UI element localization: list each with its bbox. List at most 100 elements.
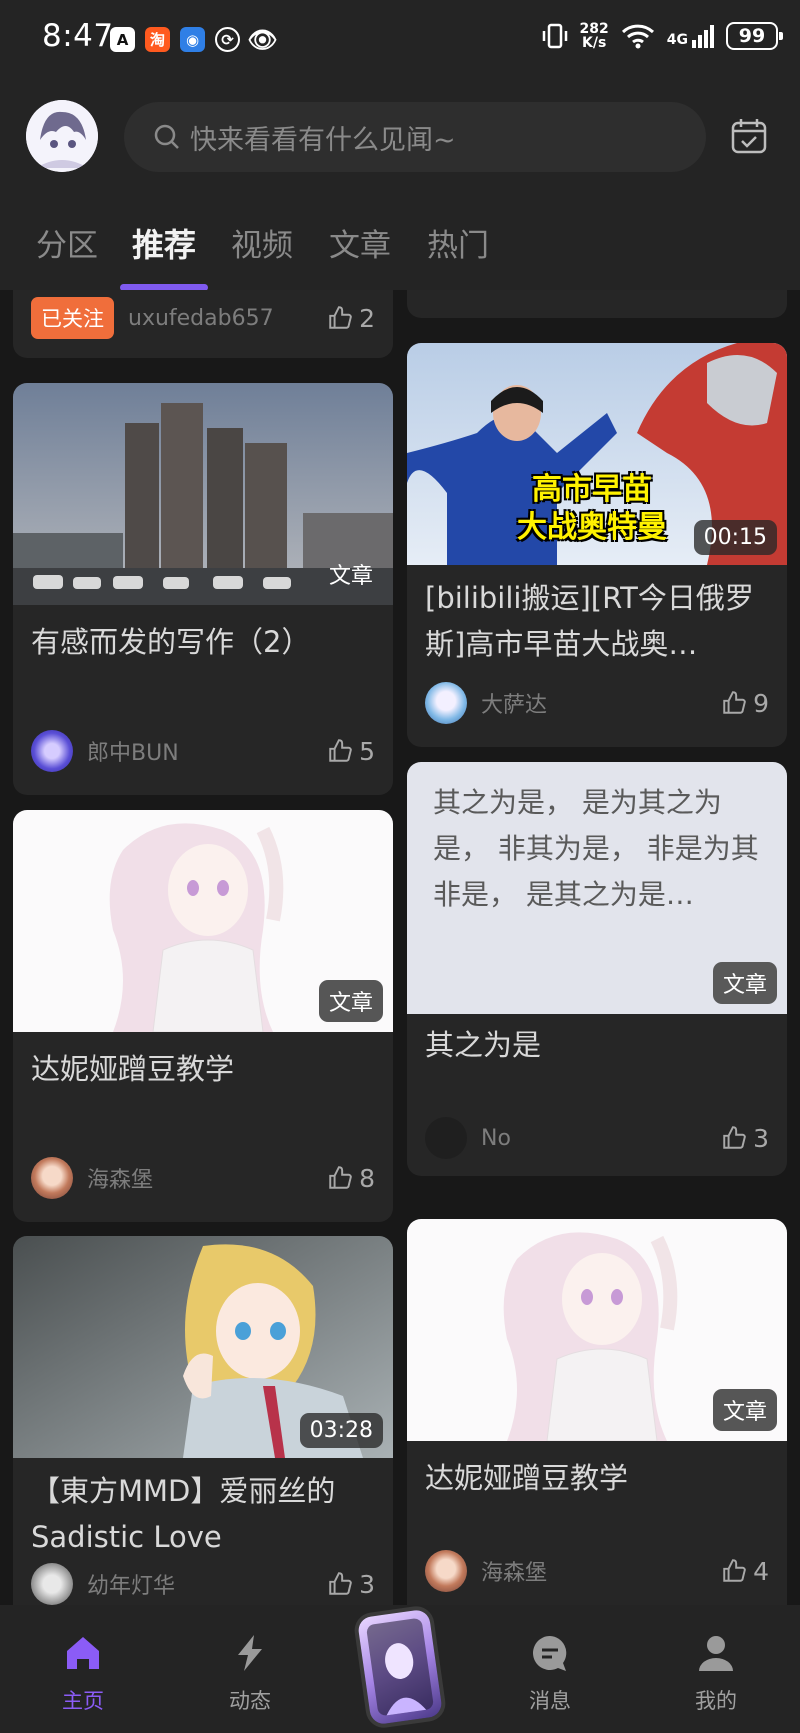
author-name[interactable]: No bbox=[481, 1126, 721, 1151]
thumbs-up-icon bbox=[329, 1572, 352, 1595]
content-type-tag: 文章 bbox=[712, 962, 777, 1004]
network-type: 4G bbox=[666, 31, 688, 48]
status-bar: 8:47 A 淘 ◉ ⟳ 👁 282 K/s 4G 99 bbox=[0, 0, 800, 80]
sync-icon: ⟳ bbox=[215, 27, 240, 52]
character-card-icon bbox=[366, 1618, 434, 1716]
nav-home-label: 主页 bbox=[62, 1689, 104, 1713]
nav-dynamics-label: 动态 bbox=[229, 1689, 271, 1713]
like-button[interactable]: 4 bbox=[721, 1557, 769, 1586]
author-name[interactable]: 幼年灯华 bbox=[87, 1568, 327, 1600]
thumbs-up-icon bbox=[329, 739, 352, 762]
content-type-tag: 文章 bbox=[318, 980, 383, 1022]
feed-card-partial[interactable] bbox=[407, 290, 787, 318]
tab-recommend[interactable]: 推荐 bbox=[132, 220, 196, 266]
taobao-icon: 淘 bbox=[145, 27, 170, 52]
card-text-thumbnail: 其之为是， 是为其之为是， 非其为是， 非是为其非是， 是其之为是… 文章 bbox=[407, 762, 787, 1014]
author-avatar[interactable] bbox=[31, 730, 73, 772]
center-publish-button[interactable] bbox=[356, 1608, 444, 1726]
feed-card[interactable]: 文章 达妮娅蹭豆教学 海森堡 8 bbox=[13, 810, 393, 1222]
lightning-icon bbox=[238, 1635, 262, 1671]
card-title[interactable]: 【東方MMD】爱丽丝的Sadistic Love bbox=[31, 1468, 375, 1560]
content-type-tag: 文章 bbox=[328, 564, 373, 589]
card-thumbnail: 文章 bbox=[407, 1219, 787, 1441]
author-avatar[interactable] bbox=[425, 1550, 467, 1592]
card-title[interactable]: [bilibili搬运][RT今日俄罗斯]高市早苗大战奥… bbox=[425, 575, 769, 667]
duration-tag: 03:28 bbox=[299, 1413, 383, 1448]
app-a-icon: A bbox=[110, 27, 135, 52]
like-count: 9 bbox=[753, 688, 769, 718]
tab-video[interactable]: 视频 bbox=[231, 220, 293, 265]
card-thumbnail: 文章 bbox=[13, 383, 393, 605]
bottom-navigation: 主页 动态 消息 我的 bbox=[0, 1605, 800, 1733]
battery-indicator: 99 bbox=[726, 22, 783, 50]
tab-hot[interactable]: 热门 bbox=[427, 220, 489, 265]
tab-article[interactable]: 文章 bbox=[329, 220, 391, 265]
card-thumbnail: 03:28 bbox=[13, 1236, 393, 1458]
search-bar[interactable]: 快来看看有什么见闻~ bbox=[124, 102, 706, 172]
card-footer: No 3 bbox=[425, 1116, 769, 1160]
card-footer: 大萨达 9 bbox=[425, 681, 769, 725]
vibrate-icon bbox=[542, 23, 567, 49]
like-button[interactable]: 3 bbox=[327, 1570, 375, 1599]
card-thumbnail: 高市早苗 大战奥特曼 00:15 bbox=[407, 343, 787, 565]
thumbnail-text: 其之为是， 是为其之为是， 非其为是， 非是为其非是， 是其之为是… bbox=[433, 786, 759, 911]
card-footer: 幼年灯华 3 bbox=[31, 1562, 375, 1605]
net-speed-value: 282 bbox=[579, 21, 609, 37]
nav-dynamics[interactable]: 动态 bbox=[200, 1633, 300, 1715]
card-thumbnail: 文章 bbox=[13, 810, 393, 1032]
card-title[interactable]: 其之为是 bbox=[425, 1022, 769, 1068]
card-title[interactable]: 有感而发的写作（2） bbox=[31, 619, 375, 665]
nav-profile-label: 我的 bbox=[695, 1689, 737, 1713]
thumbs-up-icon bbox=[329, 306, 352, 329]
thumbs-up-icon bbox=[723, 1559, 746, 1582]
card-title[interactable]: 达妮娅蹭豆教学 bbox=[31, 1046, 375, 1092]
author-name[interactable]: uxufedab657 bbox=[128, 306, 327, 331]
status-time: 8:47 bbox=[42, 18, 114, 54]
like-button[interactable]: 5 bbox=[327, 737, 375, 766]
feed-card[interactable]: 文章 达妮娅蹭豆教学 海森堡 4 bbox=[407, 1219, 787, 1605]
browser-icon: ◉ bbox=[180, 27, 205, 52]
feed-card[interactable]: 文章 有感而发的写作（2） 郎中BUN 5 bbox=[13, 383, 393, 795]
feed-card[interactable]: 03:28 【東方MMD】爱丽丝的Sadistic Love 幼年灯华 3 bbox=[13, 1236, 393, 1605]
author-name[interactable]: 郎中BUN bbox=[87, 735, 327, 767]
author-name[interactable]: 大萨达 bbox=[481, 687, 721, 719]
nav-messages-label: 消息 bbox=[529, 1689, 571, 1713]
author-avatar[interactable] bbox=[425, 682, 467, 724]
card-footer: 海森堡 8 bbox=[31, 1156, 375, 1200]
followed-badge[interactable]: 已关注 bbox=[31, 297, 114, 339]
nav-profile[interactable]: 我的 bbox=[666, 1633, 766, 1715]
thumbnail-caption: 高市早苗 大战奥特曼 bbox=[517, 472, 667, 545]
author-avatar[interactable] bbox=[31, 1563, 73, 1605]
thumbs-up-icon bbox=[723, 691, 746, 714]
card-footer: 已关注 uxufedab657 2 bbox=[31, 296, 375, 340]
search-placeholder: 快来看看有什么见闻~ bbox=[190, 124, 456, 156]
feed-card[interactable]: 高市早苗 大战奥特曼 00:15 [bilibili搬运][RT今日俄罗斯]高市… bbox=[407, 343, 787, 747]
category-tabs: 分区 推荐 视频 文章 热门 bbox=[0, 220, 800, 280]
like-button[interactable]: 2 bbox=[327, 304, 375, 333]
duration-tag: 00:15 bbox=[693, 520, 777, 555]
author-name[interactable]: 海森堡 bbox=[87, 1162, 327, 1194]
tab-zones[interactable]: 分区 bbox=[36, 220, 98, 265]
author-avatar[interactable] bbox=[31, 1157, 73, 1199]
author-avatar[interactable] bbox=[425, 1117, 467, 1159]
like-count: 2 bbox=[359, 303, 375, 333]
feed-card[interactable]: 已关注 uxufedab657 2 bbox=[13, 290, 393, 358]
top-header: 快来看看有什么见闻~ 分区 推荐 视频 文章 热门 bbox=[0, 80, 800, 291]
card-title[interactable]: 达妮娅蹭豆教学 bbox=[425, 1455, 769, 1501]
like-button[interactable]: 3 bbox=[721, 1124, 769, 1153]
status-indicators: 282 K/s 4G 99 bbox=[542, 21, 783, 50]
author-name[interactable]: 海森堡 bbox=[481, 1555, 721, 1587]
thumbs-up-icon bbox=[723, 1126, 746, 1149]
wifi-icon bbox=[621, 24, 654, 49]
like-button[interactable]: 9 bbox=[721, 689, 769, 718]
nav-home[interactable]: 主页 bbox=[33, 1633, 133, 1715]
like-button[interactable]: 8 bbox=[327, 1164, 375, 1193]
user-avatar[interactable] bbox=[26, 100, 98, 172]
like-count: 5 bbox=[359, 736, 375, 766]
calendar-checkin-icon[interactable] bbox=[730, 117, 768, 155]
feed-card[interactable]: 其之为是， 是为其之为是， 非其为是， 非是为其非是， 是其之为是… 文章 其之… bbox=[407, 762, 787, 1176]
like-count: 4 bbox=[753, 1556, 769, 1586]
recommend-feed[interactable]: 已关注 uxufedab657 2 文章 有感而发的写作（2） 郎中BUN 5 … bbox=[0, 290, 800, 1605]
thumbs-up-icon bbox=[329, 1166, 352, 1189]
nav-messages[interactable]: 消息 bbox=[500, 1633, 600, 1715]
